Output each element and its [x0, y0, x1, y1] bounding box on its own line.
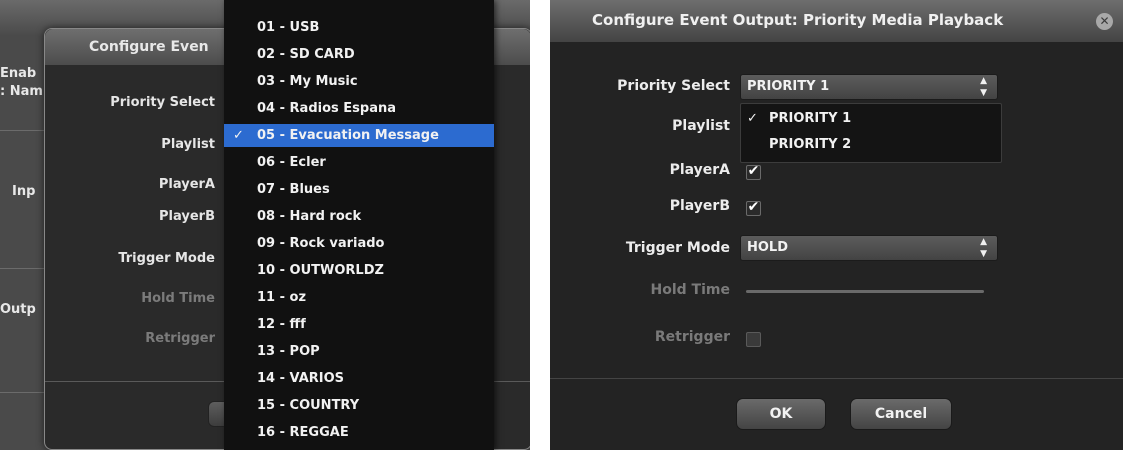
- field-label-trigger-mode: Trigger Mode: [625, 240, 730, 256]
- priority-select-value: PRIORITY 1: [747, 79, 830, 94]
- background-divider: [0, 268, 44, 269]
- retrigger-checkbox[interactable]: [746, 332, 761, 347]
- playlist-menu-item[interactable]: 11 - oz: [224, 286, 494, 309]
- hold-time-slider[interactable]: [746, 290, 984, 293]
- check-icon: ✓: [747, 111, 758, 126]
- playlist-menu-item[interactable]: 08 - Hard rock: [224, 205, 494, 228]
- field-label-priority-select: Priority Select: [617, 78, 730, 94]
- field-label-trigger-mode: Trigger Mode: [118, 251, 215, 266]
- playlist-menu-item[interactable]: 02 - SD CARD: [224, 43, 494, 66]
- playlist-menu-item[interactable]: 12 - fff: [224, 313, 494, 336]
- playlist-menu-item[interactable]: 09 - Rock variado: [224, 232, 494, 255]
- playlist-menu-item[interactable]: 06 - Ecler: [224, 151, 494, 174]
- playlist-menu-item[interactable]: 14 - VARIOS: [224, 367, 494, 390]
- player-b-checkbox[interactable]: ✔: [746, 200, 761, 216]
- field-label-hold-time: Hold Time: [650, 282, 730, 298]
- playlist-menu-item[interactable]: 01 - USB: [224, 16, 494, 39]
- playlist-menu-item[interactable]: 07 - Blues: [224, 178, 494, 201]
- playlist-menu-item[interactable]: 16 - REGGAE: [224, 421, 494, 444]
- right-screenshot: Configure Event Output: Priority Media P…: [550, 0, 1123, 450]
- cancel-button[interactable]: Cancel: [850, 398, 952, 430]
- close-icon[interactable]: ✕: [1096, 13, 1113, 30]
- check-icon: ✓: [233, 128, 244, 143]
- dialog-title: Configure Even: [89, 39, 209, 55]
- dialog-footer-divider: [550, 378, 1123, 379]
- field-label-player-a: PlayerA: [158, 177, 215, 192]
- playlist-menu-item[interactable]: ✓ 05 - Evacuation Message: [224, 124, 494, 147]
- field-label-playlist: Playlist: [672, 118, 730, 134]
- priority-option[interactable]: PRIORITY 2: [741, 134, 1001, 156]
- dialog-title: Configure Event Output: Priority Media P…: [592, 11, 1004, 29]
- background-divider: [0, 392, 44, 393]
- field-label-retrigger: Retrigger: [145, 331, 215, 346]
- field-label-player-b: PlayerB: [669, 198, 730, 214]
- playlist-menu-item[interactable]: 15 - COUNTRY: [224, 394, 494, 417]
- playlist-menu-item[interactable]: 04 - Radios Espana: [224, 97, 494, 120]
- trigger-mode-dropdown[interactable]: HOLD ▲ ▼: [740, 235, 998, 261]
- field-label-retrigger: Retrigger: [654, 329, 730, 345]
- select-arrows-icon: ▲ ▼: [980, 237, 987, 259]
- field-label-priority-select: Priority Select: [110, 95, 215, 110]
- field-label-hold-time: Hold Time: [141, 291, 215, 306]
- select-arrows-icon: ▲ ▼: [980, 76, 987, 98]
- background-divider: [0, 130, 44, 131]
- background-label-inputs: Inp: [12, 184, 36, 199]
- playlist-menu-item[interactable]: 10 - OUTWORLDZ: [224, 259, 494, 282]
- background-label-enable: Enab: [0, 66, 37, 81]
- trigger-mode-value: HOLD: [747, 240, 789, 255]
- field-label-player-a: PlayerA: [669, 162, 730, 178]
- priority-select-dropdown[interactable]: PRIORITY 1 ▲ ▼: [740, 74, 998, 100]
- field-label-player-b: PlayerB: [159, 209, 215, 224]
- background-label-outputs: Outp: [0, 302, 36, 317]
- left-screenshot: Enab : Nam Inp Outp ck Configure Even Pr…: [0, 0, 530, 450]
- playlist-menu-item[interactable]: 03 - My Music: [224, 70, 494, 93]
- player-a-checkbox[interactable]: ✔: [746, 164, 761, 180]
- playlist-menu-item[interactable]: 13 - POP: [224, 340, 494, 363]
- ok-button[interactable]: OK: [736, 398, 826, 430]
- background-label-name: : Nam: [0, 84, 43, 99]
- playlist-dropdown-menu: 01 - USB 02 - SD CARD 03 - My Music 04 - Ra…: [224, 0, 494, 450]
- field-label-playlist: Playlist: [161, 137, 215, 152]
- priority-option[interactable]: ✓ PRIORITY 1: [741, 108, 1001, 130]
- priority-options-dropdown: ✓ PRIORITY 1 PRIORITY 2: [740, 103, 1002, 163]
